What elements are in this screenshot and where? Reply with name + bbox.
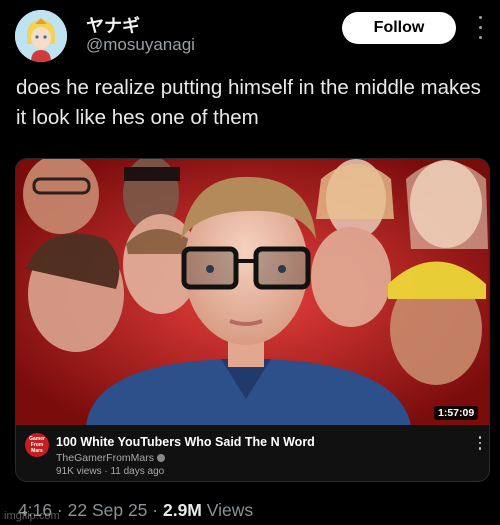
verified-icon (157, 454, 166, 463)
youtube-video-card[interactable]: 1:57:09 Gamer From Mars 100 White YouTub… (15, 158, 490, 482)
video-thumbnail[interactable] (16, 159, 489, 425)
video-menu-icon[interactable] (476, 435, 484, 451)
channel-name-text[interactable]: TheGamerFromMars (56, 452, 154, 464)
channel-avatar[interactable]: Gamer From Mars (25, 433, 49, 457)
video-duration: 1:57:09 (434, 406, 479, 420)
anime-avatar-icon (15, 10, 67, 62)
follow-button[interactable]: Follow (342, 12, 456, 44)
channel-name[interactable]: TheGamerFromMars (56, 452, 166, 464)
author-avatar[interactable] (15, 10, 67, 62)
views-count: 2.9M (162, 500, 202, 520)
post-date[interactable]: 22 Sep 25 (68, 500, 148, 520)
author-handle[interactable]: @mosuyanagi (86, 35, 195, 55)
video-meta: 91K views · 11 days ago (56, 466, 165, 477)
video-title[interactable]: 100 White YouTubers Who Said The N Word (56, 435, 315, 449)
watermark: imgflip.com (4, 510, 60, 522)
tweet-text: does he realize putting himself in the m… (16, 76, 481, 129)
more-options-icon[interactable] (472, 12, 488, 42)
views-label: Views (206, 500, 254, 520)
